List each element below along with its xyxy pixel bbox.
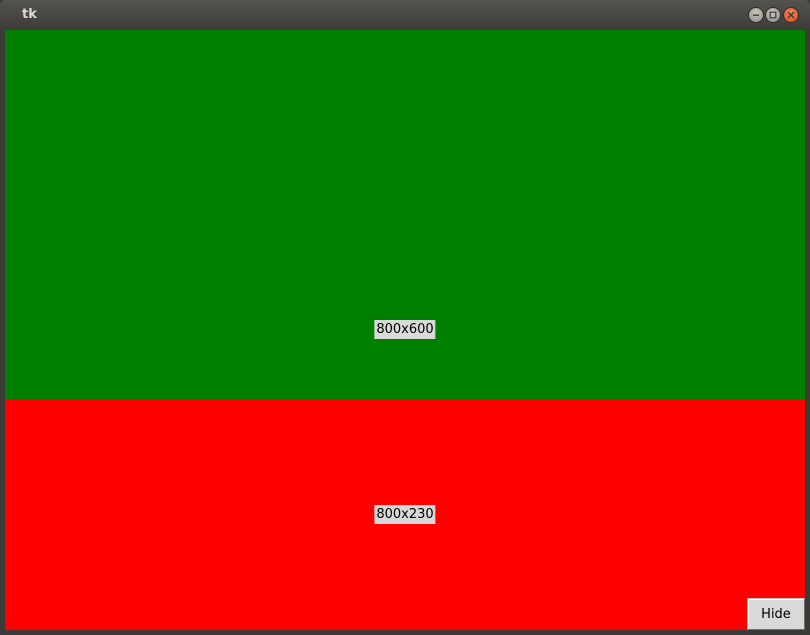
minimize-button[interactable] bbox=[748, 7, 764, 23]
maximize-button[interactable] bbox=[765, 7, 781, 23]
top-frame-size-label: 800x600 bbox=[374, 320, 436, 339]
hide-button[interactable]: Hide bbox=[747, 598, 805, 630]
maximize-icon bbox=[769, 11, 777, 19]
top-frame: 800x600 bbox=[5, 30, 805, 400]
minimize-icon bbox=[753, 14, 759, 16]
title-bar[interactable]: tk bbox=[0, 0, 810, 30]
bottom-frame: 800x230 bbox=[5, 400, 805, 630]
close-icon bbox=[787, 11, 795, 19]
app-window: tk 800x600 800x230 Hide bbox=[0, 0, 810, 635]
bottom-frame-size-label: 800x230 bbox=[374, 505, 436, 524]
window-title: tk bbox=[22, 7, 37, 22]
window-content: 800x600 800x230 Hide bbox=[5, 30, 805, 630]
close-button[interactable] bbox=[783, 7, 799, 23]
